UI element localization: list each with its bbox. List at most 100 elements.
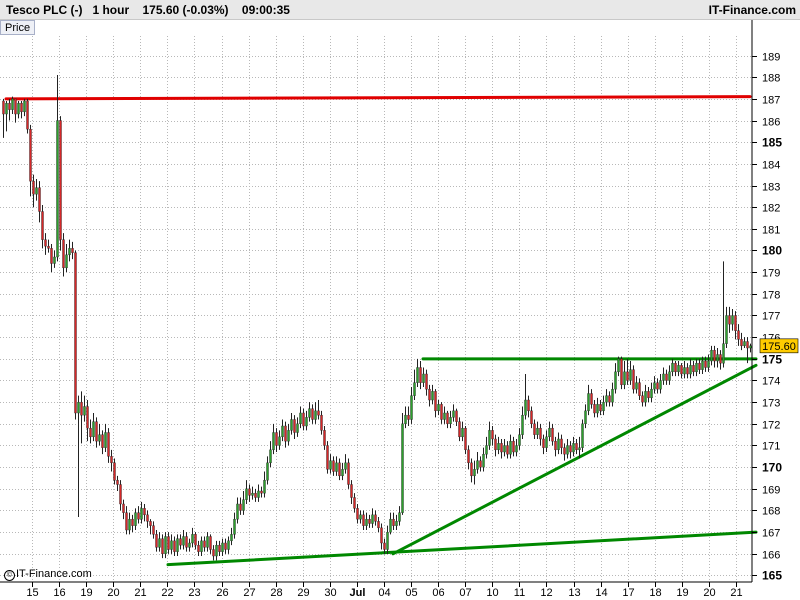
candle-body bbox=[689, 365, 692, 375]
tick-label-x: 11 bbox=[514, 587, 525, 599]
tick-label-x: 14 bbox=[595, 587, 607, 599]
candle-body bbox=[65, 254, 68, 269]
candle-body bbox=[56, 120, 59, 258]
candle-body bbox=[14, 98, 17, 115]
candle-body bbox=[512, 440, 515, 453]
candle-body bbox=[62, 239, 65, 269]
candle-body bbox=[443, 412, 446, 420]
candle-body bbox=[209, 536, 212, 550]
time-axis-ticks: 15 16 19 20 21 22 23 26 27 28 29 30 Jul 04 05 06 07 10 11 1… bbox=[26, 582, 743, 599]
candle-body bbox=[353, 497, 356, 509]
candle-body bbox=[338, 462, 341, 477]
candle-body bbox=[86, 406, 89, 429]
candle-body bbox=[350, 484, 353, 498]
candle-body bbox=[722, 343, 725, 364]
tick-label-x: 21 bbox=[134, 587, 146, 599]
candle-body bbox=[236, 503, 239, 520]
last-price-label: 175.60 bbox=[762, 341, 796, 353]
candle-body bbox=[302, 412, 305, 427]
tick-label-y: 179 bbox=[762, 268, 780, 280]
candle-body bbox=[2, 100, 5, 115]
candle-body bbox=[8, 102, 11, 110]
candle-body bbox=[551, 427, 554, 442]
tick-label-x: Jul bbox=[350, 587, 366, 599]
candle-body bbox=[191, 534, 194, 544]
candle-body bbox=[662, 373, 665, 381]
candle-body bbox=[674, 362, 677, 373]
candle-body bbox=[725, 315, 728, 344]
candle-body bbox=[50, 248, 53, 264]
candle-body bbox=[704, 360, 707, 368]
candle-body bbox=[539, 427, 542, 440]
candle-body bbox=[347, 462, 350, 485]
candle-body bbox=[575, 443, 578, 451]
tick-label-x: 17 bbox=[622, 587, 634, 599]
candle-body bbox=[245, 488, 248, 500]
candle-body bbox=[422, 373, 425, 383]
candle-body bbox=[80, 401, 83, 416]
candle-body bbox=[233, 518, 236, 535]
candle-body bbox=[101, 434, 104, 448]
candle-body bbox=[479, 460, 482, 468]
candle-body bbox=[104, 432, 107, 448]
candle-body bbox=[659, 380, 662, 390]
candle-body bbox=[380, 527, 383, 544]
candle-body bbox=[530, 410, 533, 425]
candle-body bbox=[473, 469, 476, 477]
candle-body bbox=[179, 538, 182, 546]
candle-body bbox=[623, 371, 626, 386]
candle-body bbox=[488, 430, 491, 446]
tick-label-y: 166 bbox=[762, 550, 780, 562]
candle-body bbox=[41, 211, 44, 240]
candle-body bbox=[503, 445, 506, 453]
candle-body bbox=[749, 345, 752, 349]
candle-body bbox=[494, 438, 497, 451]
candle-body bbox=[587, 393, 590, 412]
candle-body bbox=[419, 367, 422, 383]
candle-body bbox=[68, 248, 71, 256]
candle-body bbox=[125, 512, 128, 531]
candle-body bbox=[257, 490, 260, 498]
candle-body bbox=[170, 540, 173, 550]
candle-body bbox=[365, 518, 368, 526]
candle-body bbox=[263, 479, 266, 494]
candle-body bbox=[707, 360, 710, 368]
candle-body bbox=[683, 367, 686, 375]
tick-label-y: 181 bbox=[762, 225, 780, 237]
candle-body bbox=[698, 362, 701, 370]
candle-body bbox=[320, 414, 323, 431]
candle-body bbox=[176, 538, 179, 552]
candle-body bbox=[284, 425, 287, 442]
candle-body bbox=[44, 239, 47, 247]
candle-body bbox=[317, 410, 320, 416]
candle-body bbox=[563, 447, 566, 455]
candle-body bbox=[188, 542, 191, 548]
price-chart: 1651661671681691701711721731741751761771… bbox=[0, 20, 799, 599]
candle-body bbox=[32, 180, 35, 195]
candle-body bbox=[476, 460, 479, 470]
candle-body bbox=[521, 414, 524, 435]
candle-body bbox=[173, 540, 176, 552]
tick-label-x: 18 bbox=[649, 587, 661, 599]
candle-body bbox=[344, 462, 347, 470]
tick-label-y: 169 bbox=[762, 485, 780, 497]
tick-label-y: 187 bbox=[762, 95, 780, 107]
candle-body bbox=[254, 492, 257, 498]
candle-body bbox=[425, 373, 428, 390]
candle-body bbox=[137, 512, 140, 520]
candle-body bbox=[644, 391, 647, 403]
candle-body bbox=[167, 536, 170, 550]
candle-body bbox=[17, 102, 20, 115]
candle-body bbox=[128, 518, 131, 531]
candle-body bbox=[668, 371, 671, 381]
candle-body bbox=[452, 410, 455, 418]
tick-label-y: 178 bbox=[762, 290, 780, 302]
candle-body bbox=[218, 544, 221, 552]
candle-body bbox=[608, 395, 611, 403]
watermark-text: IT-Finance.com bbox=[16, 568, 92, 580]
tick-label-y: 189 bbox=[762, 52, 780, 64]
candle-body bbox=[149, 521, 152, 526]
candle-body bbox=[224, 542, 227, 550]
candle-body bbox=[131, 518, 134, 526]
candle-body bbox=[206, 536, 209, 548]
